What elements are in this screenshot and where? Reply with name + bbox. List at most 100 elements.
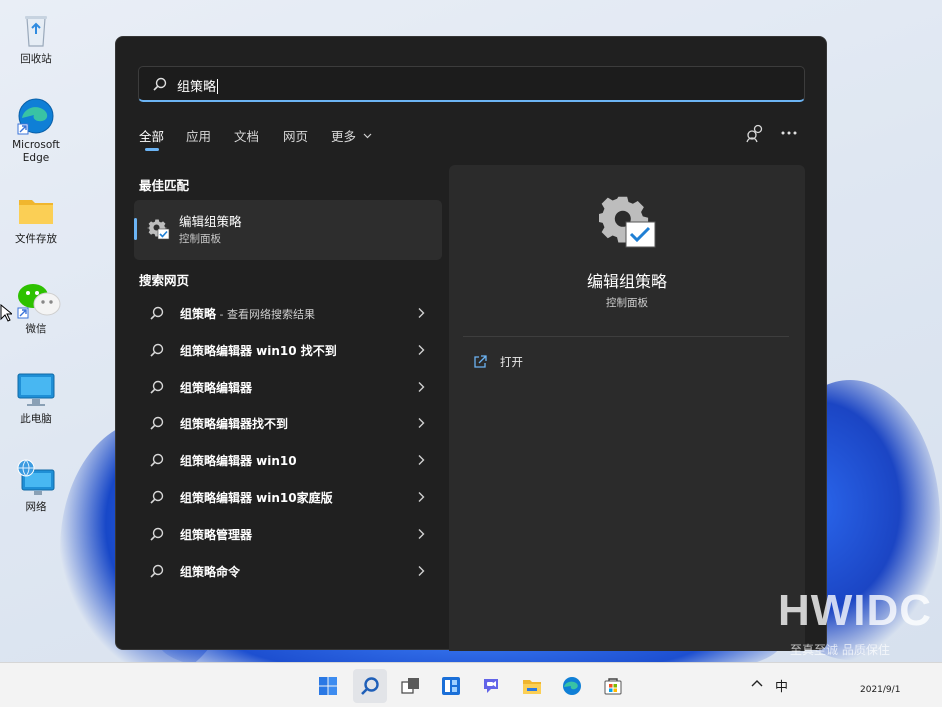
- desktop-icon-wechat[interactable]: 微信: [4, 280, 68, 336]
- web-result-label: 组策略编辑器: [180, 379, 252, 396]
- text-caret: [217, 79, 219, 94]
- recycle-bin-icon: [16, 10, 56, 50]
- chevron-right-icon: [418, 418, 425, 428]
- desktop-icon-label: 微信: [25, 323, 47, 335]
- chevron-right-icon: [418, 492, 425, 502]
- divider: [463, 336, 789, 337]
- widgets-button[interactable]: [434, 669, 468, 703]
- search-icon: [150, 564, 164, 578]
- search-icon: [150, 527, 164, 541]
- best-match-subtitle: 控制面板: [179, 233, 221, 245]
- detail-pane: 编辑组策略 控制面板 打开: [449, 165, 805, 651]
- search-input[interactable]: 组策略: [138, 66, 805, 102]
- account-switch-button[interactable]: [744, 123, 766, 143]
- web-result-label: 组策略 - 查看网络搜索结果: [180, 305, 315, 322]
- edge-button[interactable]: [555, 669, 589, 703]
- web-result-label: 组策略编辑器 win10: [180, 452, 297, 469]
- search-icon: [150, 490, 164, 504]
- more-options-button[interactable]: [778, 123, 800, 143]
- ime-indicator[interactable]: 中: [775, 676, 788, 695]
- chevron-down-icon: [363, 133, 372, 139]
- chat-button[interactable]: [474, 669, 508, 703]
- best-match-heading: 最佳匹配: [139, 178, 190, 193]
- search-query: 组策略: [177, 79, 219, 95]
- chevron-right-icon: [418, 566, 425, 576]
- detail-app-subtitle: 控制面板: [606, 297, 648, 309]
- web-result-item[interactable]: 组策略编辑器: [134, 369, 442, 405]
- web-result-item[interactable]: 组策略命令: [134, 553, 442, 589]
- web-result-label: 组策略编辑器 win10 找不到: [180, 342, 337, 359]
- web-result-item[interactable]: 组策略编辑器 win10 找不到: [134, 332, 442, 368]
- tab-more[interactable]: 更多: [331, 126, 372, 145]
- best-match-item[interactable]: 编辑组策略 控制面板: [134, 200, 442, 260]
- store-button[interactable]: [596, 669, 630, 703]
- mouse-pointer-icon: [0, 304, 12, 322]
- web-result-label: 组策略命令: [180, 563, 240, 580]
- taskbar: 中 2021/9/1: [0, 662, 942, 707]
- web-result-query: 组策略编辑器找不到: [180, 417, 289, 431]
- web-result-item[interactable]: 组策略编辑器找不到: [134, 405, 442, 441]
- web-result-label: 组策略管理器: [180, 526, 252, 543]
- web-result-query: 组策略管理器: [180, 528, 253, 542]
- folder-icon: [16, 190, 56, 230]
- desktop-icon-label: Microsoft Edge: [12, 139, 60, 164]
- group-policy-gear-icon: [146, 219, 170, 240]
- web-result-item[interactable]: 组策略 - 查看网络搜索结果: [134, 295, 442, 331]
- search-icon: [150, 380, 164, 394]
- start-button[interactable]: [311, 669, 345, 703]
- web-result-item[interactable]: 组策略编辑器 win10家庭版: [134, 479, 442, 515]
- desktop-icon-label: 回收站: [20, 53, 52, 65]
- detail-app-name: 编辑组策略: [586, 272, 667, 291]
- web-result-query: 组策略命令: [180, 565, 241, 579]
- search-icon: [150, 416, 164, 430]
- active-tab-indicator: [145, 148, 159, 151]
- search-icon: [150, 343, 164, 357]
- web-result-label: 组策略编辑器找不到: [180, 415, 288, 432]
- tab-documents[interactable]: 文档: [234, 126, 259, 145]
- chevron-right-icon: [418, 345, 425, 355]
- search-icon: [153, 77, 167, 91]
- chevron-right-icon: [418, 455, 425, 465]
- web-result-item[interactable]: 组策略编辑器 win10: [134, 442, 442, 478]
- web-result-query: 组策略编辑器 win10: [180, 454, 297, 468]
- desktop-icon-label: 此电脑: [20, 413, 52, 425]
- web-search-heading: 搜索网页: [139, 273, 190, 288]
- tab-web[interactable]: 网页: [283, 126, 308, 145]
- file-explorer-button[interactable]: [515, 669, 549, 703]
- desktop-icon-label: 网络: [25, 501, 47, 513]
- web-result-query: 组策略: [180, 307, 217, 321]
- search-panel: 组策略 全部 应用 文档 网页 更多 最佳匹配 编辑组策略 控制面板 搜索网页 …: [115, 36, 827, 651]
- search-icon: [150, 453, 164, 467]
- search-icon: [150, 306, 164, 320]
- network-icon: [16, 458, 56, 498]
- taskbar-search-button[interactable]: [353, 669, 387, 703]
- desktop-icon-recycle-bin[interactable]: 回收站: [4, 10, 68, 66]
- edge-icon: [16, 96, 56, 136]
- group-policy-gear-icon: [599, 196, 656, 248]
- web-result-suffix: - 查看网络搜索结果: [216, 308, 315, 321]
- task-view-button[interactable]: [394, 669, 428, 703]
- desktop-icon-this-pc[interactable]: 此电脑: [4, 370, 68, 426]
- store-icon: [604, 678, 622, 695]
- tab-apps[interactable]: 应用: [186, 126, 211, 145]
- watermark-tagline: 至真至诚 品质保住: [790, 643, 890, 657]
- file-explorer-icon: [523, 680, 541, 694]
- open-button[interactable]: 打开: [473, 353, 593, 373]
- more-dots-icon: [781, 131, 797, 135]
- clock-date[interactable]: 2021/9/1: [860, 685, 900, 695]
- tab-all[interactable]: 全部: [139, 126, 164, 145]
- web-result-item[interactable]: 组策略管理器: [134, 516, 442, 552]
- chevron-up-icon[interactable]: [751, 678, 763, 688]
- start-icon: [319, 677, 337, 695]
- chat-icon: [484, 679, 498, 693]
- widgets-icon: [442, 677, 460, 695]
- desktop-icon-network[interactable]: 网络: [4, 458, 68, 514]
- selection-indicator: [134, 218, 137, 240]
- desktop-icon-label: 文件存放: [15, 233, 57, 245]
- task-view-icon: [401, 678, 419, 694]
- account-share-icon: [746, 124, 763, 143]
- desktop-icon-edge[interactable]: Microsoft Edge: [4, 96, 68, 165]
- web-result-query: 组策略编辑器 win10家庭版: [180, 491, 333, 505]
- web-result-label: 组策略编辑器 win10家庭版: [180, 489, 333, 506]
- desktop-icon-folder[interactable]: 文件存放: [4, 190, 68, 246]
